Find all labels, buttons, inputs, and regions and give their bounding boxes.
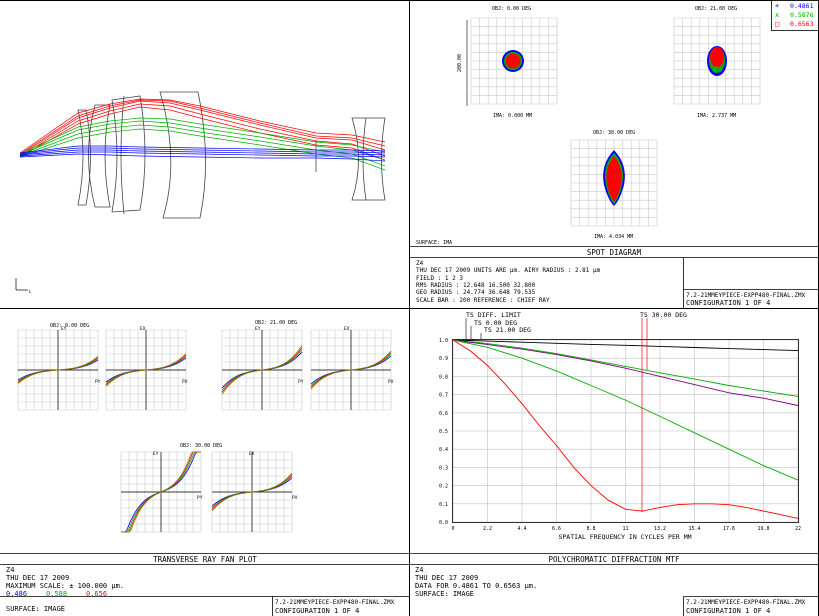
zemax-window: L + 0.4861 x 0.5876 □ 0.6563 200.00 OBJ:… [0,0,819,616]
mtf-ytick-label: 0.8 [439,374,448,380]
fan-info-2: MAXIMUM SCALE: ± 100.000 µm. [6,582,124,590]
wavelength-legend: + 0.4861 x 0.5876 □ 0.6563 [771,0,819,31]
mtf-xtick-label: 8.8 [586,526,595,532]
mtf-info-0: Z4 [415,566,423,574]
mtf-ytick-label: 0.1 [439,502,448,508]
panel-dividers [0,0,819,616]
fan-info-0: Z4 [6,566,14,574]
mtf-ytick-label: 0.3 [439,465,448,471]
fan-surface: SURFACE: IMAGE [6,605,65,613]
fan-wl-3: 0.656 [86,590,107,598]
mtf-xtick-label: 15.4 [688,526,700,532]
fan-file: 7.2-21MMEYPIECE-EXPP480-FINAL.ZMX [275,599,395,606]
fan-py-3: PY [197,495,203,501]
layout-axis-label: L [29,289,32,294]
fan-px-3: PX [292,495,298,501]
fan-info-1: THU DEC 17 2009 [6,574,69,582]
spot-config: CONFIGURATION 1 OF 4 [686,299,770,307]
mtf-info-1: THU DEC 17 2009 [415,574,478,582]
spot-info-1: THU DEC 17 2009 UNITS ARE µm. AIRY RADIU… [416,267,601,274]
mtf-title: POLYCHROMATIC DIFFRACTION MTF [549,555,680,564]
fan-ex-1: EX [140,326,146,332]
spot-obj-1: OBJ: 0.00 DEG [492,6,531,12]
fan-obj-2: OBJ: 21.00 DEG [255,320,297,326]
spot-obj-3: OBJ: 30.00 DEG [593,130,635,136]
mtf-ytick-label: 0.7 [439,393,448,399]
spot-obj-2: OBJ: 21.00 DEG [695,6,737,12]
fan-py-2: PY [298,379,304,385]
mtf-xtick-label: 17.6 [723,526,735,532]
legend-symbol-3: □ [775,20,779,28]
fan-ey-1: EY [61,326,67,332]
mtf-ytick-label: 1.0 [439,338,448,344]
mtf-label-f2: TS 21.00 DEG [484,326,531,334]
fan-wl-1: 0.486 [6,590,27,598]
legend-label-2: 0.5876 [790,11,814,19]
spot-info-0: Z4 [416,260,424,267]
spot-ima-3: IMA: 4.034 MM [594,234,633,240]
mtf-ytick-label: 0.2 [439,484,448,490]
fan-px-1: PX [182,379,188,385]
fan-py-1: PY [95,379,101,385]
spot-info-3: RMS RADIUS : 12.648 16.500 32.800 [416,282,536,289]
mtf-xtick-label: 22 [795,526,801,532]
mtf-xtick-label: 4.4 [517,526,526,532]
spot-3 [603,150,625,206]
legend-symbol-2: x [775,11,779,19]
mtf-ytick-label: 0.6 [439,411,448,417]
fan-ey-3: EY [153,451,159,457]
spot-1 [502,50,524,72]
mtf-ytick-label: 0.0 [439,520,448,526]
fan-px-2: PX [388,379,394,385]
spot-file: 7.2-21MMEYPIECE-EXPP480-FINAL.ZMX [686,292,806,299]
spot-scale-label: 200.00 [457,54,463,72]
ray-fan-plot: OBJ: 0.00 DEG OBJ: 21.00 DEG OBJ: 30.00 … [0,320,409,616]
mtf-info-3: SURFACE: IMAGE [415,590,474,598]
legend-symbol-1: + [775,2,779,10]
fan-config: CONFIGURATION 1 OF 4 [275,607,359,615]
fan-ex-3: EX [249,451,255,457]
fan-wl-2: 0.588 [46,590,67,598]
lens-layout: L [15,91,386,294]
mtf-file: 7.2-21MMEYPIECE-EXPP480-FINAL.ZMX [686,599,806,606]
fan-ey-2: EY [255,326,261,332]
mtf-xtick-label: 19.8 [757,526,769,532]
mtf-xtick-label: 6.6 [552,526,561,532]
mtf-xtick-label: 11 [622,526,628,532]
mtf-ytick-label: 0.9 [439,356,448,362]
spot-info-4: GEO RADIUS : 24.774 36.648 79.535 [416,289,536,296]
fan-ex-2: EX [344,326,350,332]
mtf-xlabel: SPATIAL FREQUENCY IN CYCLES PER MM [558,533,691,541]
spot-diagram: 200.00 OBJ: 0.00 DEG OBJ: 21.00 DEG OBJ:… [410,6,818,308]
fan-title: TRANSVERSE RAY FAN PLOT [153,555,257,564]
legend-label-3: 0.6563 [790,20,814,28]
spot-2 [707,46,727,76]
mtf-chart: 0.0 0.1 0.2 0.3 0.4 0.5 0.6 0.7 0.8 0.9 1.0 0 2.2 4.… [410,311,818,616]
mtf-xtick-label: 13.2 [654,526,666,532]
spot-title: SPOT DIAGRAM [587,248,642,257]
mtf-ytick-label: 0.4 [439,447,448,453]
fan-obj-3: OBJ: 30.00 DEG [180,443,222,449]
spot-surface: SURFACE: IMA [416,240,452,246]
mtf-info-2: DATA FOR 0.4861 TO 0.6563 µm. [415,582,537,590]
fan-obj-1: OBJ: 0.00 DEG [50,323,89,329]
mtf-label-f3: TS 30.00 DEG [640,311,687,319]
spot-info-2: FIELD : 1 2 3 [416,275,463,282]
spot-ima-1: IMA: 0.000 MM [493,113,532,119]
mtf-xtick-label: 0 [451,526,454,532]
legend-label-1: 0.4861 [790,2,814,10]
mtf-config: CONFIGURATION 1 OF 4 [686,607,770,615]
spot-info-5: SCALE BAR : 200 REFERENCE : CHIEF RAY [416,297,550,304]
spot-ima-2: IMA: 2.737 MM [697,113,736,119]
mtf-ytick-label: 0.5 [439,429,448,435]
mtf-label-diff: TS DIFF. LIMIT [466,311,521,319]
mtf-xtick-label: 2.2 [483,526,492,532]
